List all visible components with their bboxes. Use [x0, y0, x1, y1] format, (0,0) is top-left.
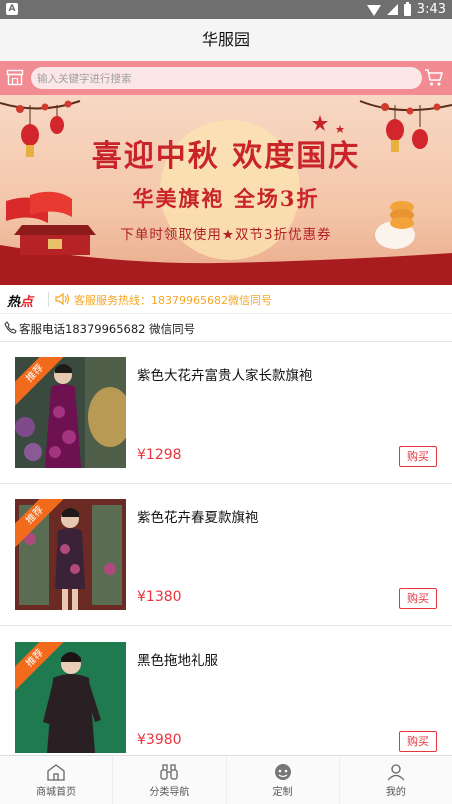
- product-image[interactable]: 推荐: [15, 357, 126, 468]
- promo-banner[interactable]: 喜迎中秋 欢度国庆 华美旗袍 全场3折 下单时领取使用★双节3折优惠券: [0, 95, 452, 285]
- home-icon: [47, 764, 65, 781]
- tab-category[interactable]: 分类导航: [113, 756, 227, 804]
- battery-icon: [403, 1, 411, 16]
- product-name[interactable]: 黑色拖地礼服: [137, 649, 218, 669]
- tab-label: 商城首页: [36, 787, 77, 798]
- product-item[interactable]: 推荐 黑色拖地礼服 ¥3980 购买: [0, 627, 452, 755]
- service-text: 客服电话18379965682 微信同号: [19, 322, 196, 336]
- buy-button[interactable]: 购买: [399, 588, 437, 609]
- status-icons: 3:43: [366, 0, 446, 19]
- product-price: ¥1380: [137, 589, 182, 605]
- tab-mine[interactable]: 我的: [340, 756, 452, 804]
- hot-label: 热点: [7, 295, 34, 310]
- banner-title: 喜迎中秋 欢度国庆: [91, 139, 361, 174]
- banner-subtitle: 华美旗袍 全场3折: [132, 186, 320, 211]
- signal-icon: [386, 4, 398, 15]
- search-placeholder: 输入关键字进行搜索: [37, 72, 132, 85]
- product-name[interactable]: 紫色花卉春夏款旗袍: [137, 506, 259, 526]
- store-icon[interactable]: [6, 69, 24, 86]
- hot-text: 客服服务热线：18379965682微信同号: [74, 294, 272, 307]
- binoculars-icon: [160, 764, 179, 780]
- service-bar: 客服电话18379965682 微信同号: [0, 314, 452, 342]
- notification-icon: A: [6, 3, 18, 15]
- wifi-icon: [366, 5, 381, 16]
- product-price: ¥3980: [137, 732, 182, 748]
- tab-custom[interactable]: 定制: [227, 756, 340, 804]
- hot-news-bar[interactable]: 热点 客服服务热线：18379965682微信同号: [0, 285, 452, 314]
- tab-home[interactable]: 商城首页: [0, 756, 114, 804]
- tab-label: 我的: [385, 787, 406, 798]
- buy-button[interactable]: 购买: [399, 446, 437, 467]
- product-item[interactable]: 推荐 紫色花卉春夏款旗袍 ¥1380 购买: [0, 484, 452, 626]
- bottom-tab-bar: 商城首页 分类导航 定制 我的: [0, 755, 452, 804]
- tab-label: 分类导航: [149, 787, 190, 798]
- status-time: 3:43: [416, 2, 446, 17]
- user-icon: [387, 764, 405, 781]
- divider: [48, 292, 49, 307]
- banner-promo-line: 下单时领取使用★双节3折优惠券: [120, 227, 332, 243]
- custom-icon: [274, 764, 291, 780]
- page-title: 华服园: [0, 19, 452, 61]
- product-name[interactable]: 紫色大花卉富贵人家长款旗袍: [137, 364, 313, 384]
- product-price: ¥1298: [137, 447, 182, 463]
- cart-icon[interactable]: [424, 68, 444, 87]
- buy-button[interactable]: 购买: [399, 731, 437, 752]
- product-image[interactable]: 推荐: [15, 642, 126, 753]
- speaker-icon: [55, 292, 70, 306]
- phone-icon: [4, 321, 17, 334]
- status-bar: A 3:43: [0, 0, 452, 19]
- search-bar: 输入关键字进行搜索: [0, 61, 452, 95]
- product-item[interactable]: 推荐 紫色大花卉富贵人家长款旗袍 ¥1298 购买: [0, 342, 452, 484]
- product-image[interactable]: 推荐: [15, 499, 126, 610]
- search-input[interactable]: 输入关键字进行搜索: [31, 67, 422, 89]
- tab-label: 定制: [272, 787, 293, 798]
